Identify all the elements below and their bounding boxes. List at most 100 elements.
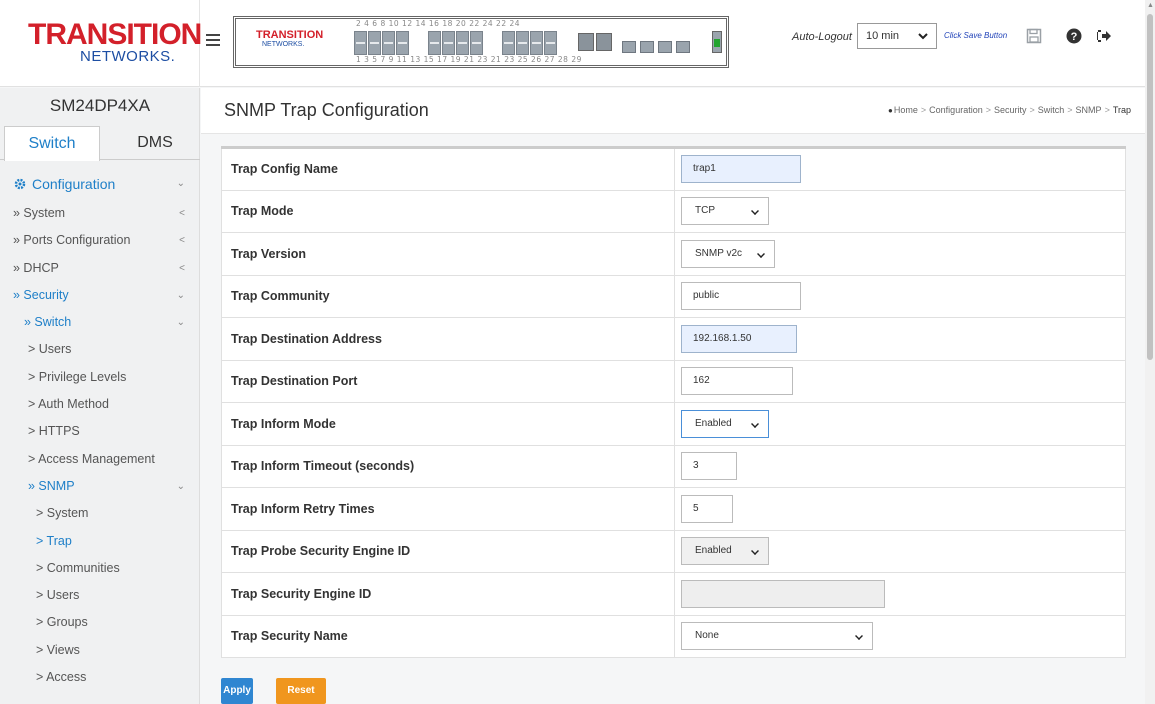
field-label: Trap Version xyxy=(221,232,675,276)
tab-dms[interactable]: DMS xyxy=(110,126,200,160)
field-value-cell: 3 xyxy=(674,444,1126,488)
nav-item[interactable]: Configuration ⌄ xyxy=(0,168,200,200)
breadcrumb-item[interactable]: SNMP xyxy=(1076,105,1102,115)
brand-logo[interactable]: TRANSITION NETWORKS. xyxy=(0,0,202,87)
combo-port-21[interactable] xyxy=(578,33,594,51)
combo-port-22[interactable] xyxy=(596,33,612,51)
home-icon: ● xyxy=(888,106,893,115)
breadcrumb-separator: > xyxy=(985,105,991,115)
menu-toggle-icon[interactable] xyxy=(206,34,222,48)
field-label: Trap Config Name xyxy=(221,147,675,191)
nav-item-label: > Trap xyxy=(36,533,72,548)
nav-item[interactable]: > Users xyxy=(0,336,200,363)
nav-item-label: > Users xyxy=(28,342,72,357)
field-value-cell: 5 xyxy=(674,487,1126,531)
chevron-left-icon: < xyxy=(179,208,185,219)
click-save-button-link[interactable]: Click Save Button xyxy=(944,31,1007,40)
logo-text-top: TRANSITION xyxy=(28,18,202,51)
sfp-port-27[interactable] xyxy=(658,41,672,53)
nav-item[interactable]: > Users xyxy=(0,582,200,609)
save-icon[interactable] xyxy=(1026,28,1042,44)
apply-button[interactable]: Apply xyxy=(221,678,253,704)
nav-item[interactable]: » DHCP < xyxy=(0,255,200,282)
form-row: Trap Destination Address 192.168.1.50 xyxy=(221,317,1126,361)
nav-item-label: > Access Management xyxy=(28,451,155,466)
switch-port-panel: TRANSITION NETWORKS. 2 4 6 8 10 12 14 16… xyxy=(233,16,729,68)
select-value: TCP xyxy=(695,205,715,217)
nav-item[interactable]: » Ports Configuration < xyxy=(0,227,200,254)
nav-item-label: > Auth Method xyxy=(28,397,109,412)
help-icon[interactable]: ? xyxy=(1066,28,1082,44)
breadcrumb-item[interactable]: Security xyxy=(994,105,1027,115)
form-row: Trap Inform Retry Times 5 xyxy=(221,487,1126,531)
select-dropdown[interactable]: None xyxy=(681,622,873,651)
nav-item-label: Configuration xyxy=(32,176,116,192)
chevron-down-icon: ⌄ xyxy=(176,317,185,329)
device-name: SM24DP4XA xyxy=(49,96,151,115)
text-input[interactable]: 192.168.1.50 xyxy=(681,324,797,353)
port-group-3[interactable] xyxy=(502,31,557,55)
chevron-down-icon xyxy=(855,632,863,641)
nav-item[interactable]: > HTTPS xyxy=(0,418,200,445)
nav-item[interactable]: > Trap xyxy=(0,528,200,555)
sfp-port-28[interactable] xyxy=(676,41,690,53)
gear-icon xyxy=(14,178,26,190)
port-group-1[interactable] xyxy=(354,31,409,55)
text-input[interactable]: 3 xyxy=(681,452,737,481)
text-input[interactable]: trap1 xyxy=(681,155,801,184)
nav-item[interactable]: > Privilege Levels xyxy=(0,364,200,391)
nav-item[interactable]: > Groups xyxy=(0,609,200,636)
nav-item[interactable]: > Auth Method xyxy=(0,391,200,418)
nav-item[interactable]: > Access Management xyxy=(0,446,200,473)
tab-switch[interactable]: Switch xyxy=(4,126,100,161)
breadcrumb-separator: > xyxy=(920,105,927,115)
nav-item[interactable]: » System < xyxy=(0,200,200,227)
logout-icon[interactable] xyxy=(1096,28,1112,44)
port-29-active[interactable] xyxy=(712,31,722,53)
form-row: Trap Destination Port 162 xyxy=(221,359,1126,403)
field-value-cell xyxy=(674,572,1126,616)
nav-item-label: » Security xyxy=(13,287,69,302)
port-group-2[interactable] xyxy=(428,31,483,55)
nav-item-label: » DHCP xyxy=(13,260,59,275)
text-input[interactable]: 5 xyxy=(681,494,733,523)
nav-item[interactable]: » Security ⌄ xyxy=(0,282,200,309)
select-dropdown[interactable]: Enabled xyxy=(681,537,769,566)
select-value: Enabled xyxy=(695,545,732,557)
nav-item[interactable]: > Views xyxy=(0,637,200,664)
page-title: SNMP Trap Configuration xyxy=(224,100,429,120)
reset-button[interactable]: Reset xyxy=(276,678,326,704)
nav-item-label: » System xyxy=(13,206,66,220)
field-value-cell: Enabled xyxy=(674,402,1126,446)
select-dropdown[interactable]: Enabled xyxy=(681,409,769,438)
page-scrollbar[interactable]: ▲ xyxy=(1145,0,1155,704)
text-input[interactable]: public xyxy=(681,282,801,311)
scroll-up-icon[interactable]: ▲ xyxy=(1147,2,1154,9)
form-row: Trap Config Name trap1 xyxy=(221,147,1126,191)
form-row: Trap Security Engine ID xyxy=(221,572,1126,616)
sfp-port-25[interactable] xyxy=(622,41,636,53)
nav-item[interactable]: » Switch ⌄ xyxy=(0,309,200,336)
nav-item[interactable]: » SNMP ⌄ xyxy=(0,473,200,500)
nav-item-label: > Privilege Levels xyxy=(28,369,127,384)
select-dropdown[interactable]: SNMP v2c xyxy=(681,239,775,268)
text-input[interactable] xyxy=(681,579,885,608)
chevron-left-icon: < xyxy=(179,235,185,247)
chevron-down-icon xyxy=(757,249,765,258)
field-value-cell: trap1 xyxy=(674,147,1126,191)
field-label: Trap Inform Retry Times xyxy=(221,487,675,531)
sfp-port-26[interactable] xyxy=(640,41,654,53)
chevron-down-icon: ⌄ xyxy=(176,289,185,301)
main-content: SNMP Trap Configuration ●Home > Configurat… xyxy=(201,88,1145,704)
breadcrumb-item[interactable]: Home xyxy=(894,105,918,115)
nav-item[interactable]: > System xyxy=(0,500,200,527)
nav-item[interactable]: > Communities xyxy=(0,555,200,582)
text-input[interactable]: 162 xyxy=(681,367,793,396)
select-dropdown[interactable]: TCP xyxy=(681,197,769,226)
nav-item[interactable]: > Access xyxy=(0,664,200,691)
form-row: Trap Security Name None xyxy=(221,614,1126,658)
scrollbar-thumb[interactable] xyxy=(1147,14,1153,360)
breadcrumb-item[interactable]: Configuration xyxy=(929,105,983,115)
autologout-select[interactable]: 10 min xyxy=(857,23,937,49)
breadcrumb-item[interactable]: Switch xyxy=(1038,105,1065,115)
